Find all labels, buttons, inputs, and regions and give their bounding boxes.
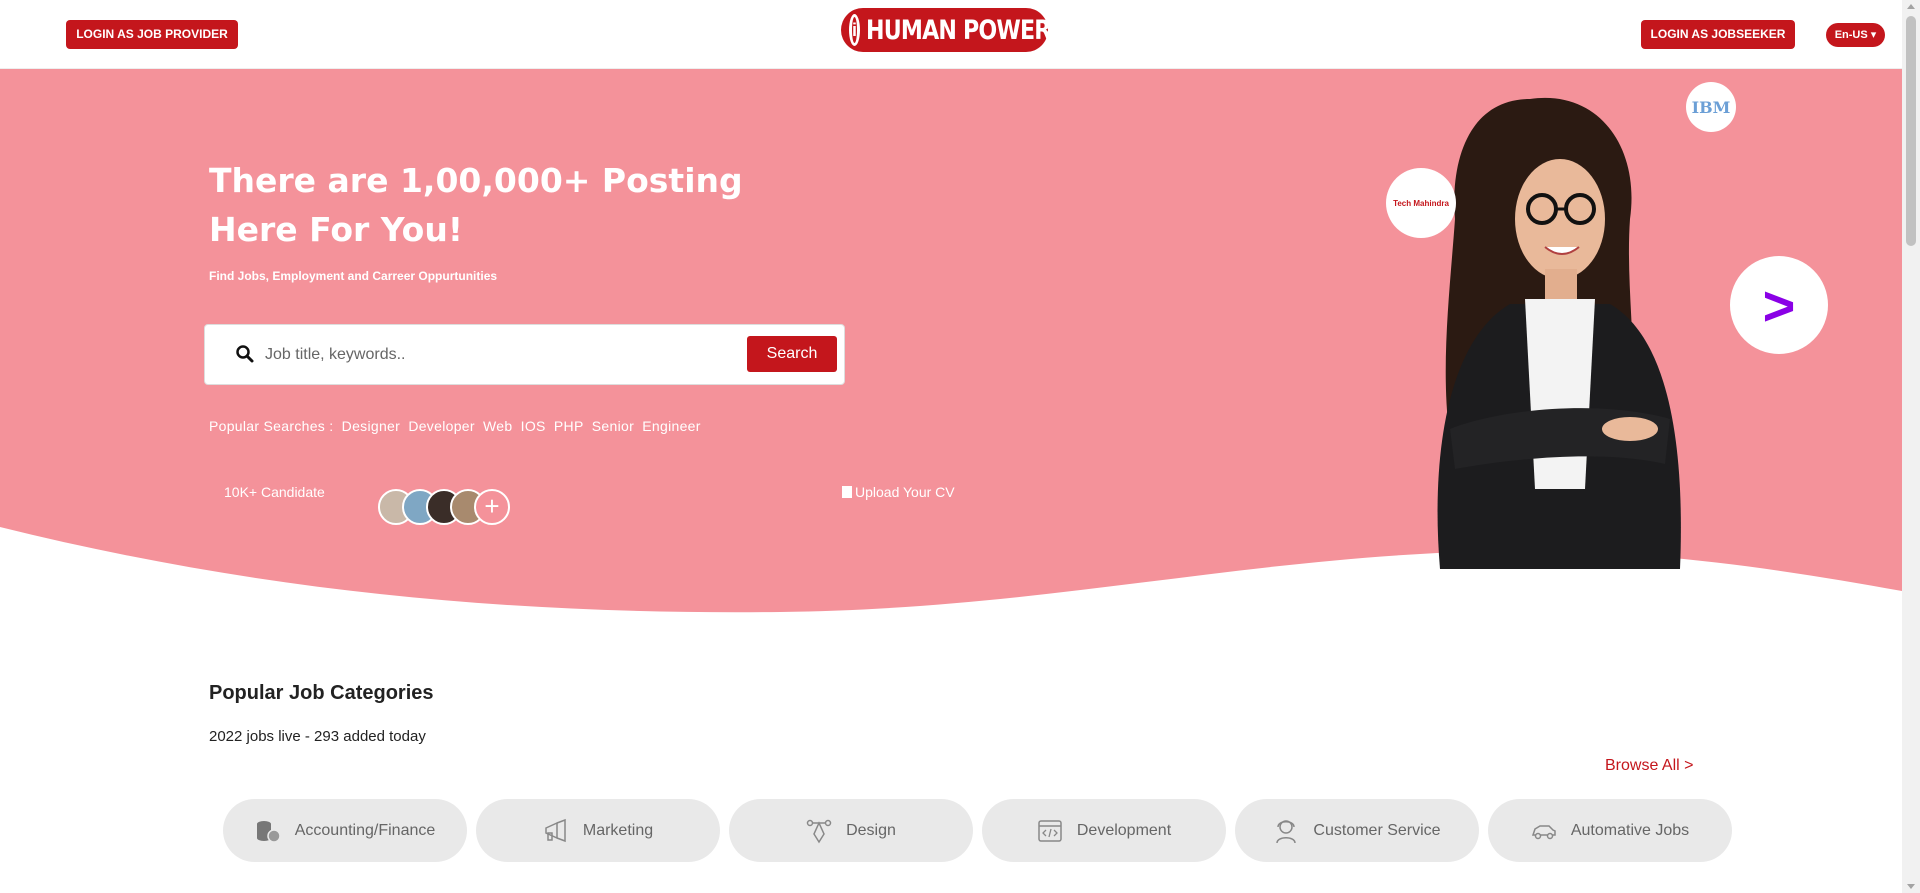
- upload-cv-label: Upload Your CV: [855, 484, 955, 500]
- category-list: Accounting/Finance Marketing Design Deve…: [223, 799, 1741, 862]
- category-automative-jobs[interactable]: Automative Jobs: [1488, 799, 1732, 862]
- category-customer-service[interactable]: Customer Service: [1235, 799, 1479, 862]
- popular-term-engineer[interactable]: Engineer: [642, 418, 700, 434]
- popular-searches-label: Popular Searches :: [209, 418, 334, 434]
- add-candidate-icon[interactable]: +: [474, 489, 510, 525]
- top-header: LOGIN AS JOB PROVIDER i HUMAN POWER LOGI…: [0, 0, 1902, 69]
- category-accounting-finance[interactable]: Accounting/Finance: [223, 799, 467, 862]
- headset-agent-icon: [1276, 819, 1297, 843]
- candidate-count: 10K+ Candidate: [224, 484, 325, 500]
- hero-title: There are 1,00,000+ Posting Here For You…: [209, 161, 743, 249]
- search-icon: [236, 345, 254, 363]
- upload-cv-link[interactable]: Upload Your CV: [842, 484, 955, 500]
- search-button[interactable]: Search: [747, 336, 837, 372]
- woman-illustration: [1380, 69, 1700, 569]
- popular-term-designer[interactable]: Designer: [342, 418, 400, 434]
- scroll-up-arrow-icon[interactable]: [1907, 4, 1915, 9]
- scroll-down-arrow-icon[interactable]: [1907, 884, 1915, 889]
- login-job-provider-button[interactable]: LOGIN AS JOB PROVIDER: [66, 20, 238, 49]
- category-label: Marketing: [582, 821, 654, 839]
- file-icon: [842, 486, 852, 498]
- popular-term-ios[interactable]: IOS: [521, 418, 546, 434]
- accenture-logo: >: [1730, 256, 1828, 354]
- category-marketing[interactable]: Marketing: [476, 799, 720, 862]
- hero-section: IBM Tech Mahindra > There are 1,00,000+ …: [0, 69, 1902, 629]
- category-design[interactable]: Design: [729, 799, 973, 862]
- logo-icon: i: [849, 14, 861, 46]
- popular-term-senior[interactable]: Senior: [592, 418, 634, 434]
- browse-all-link[interactable]: Browse All >: [1605, 757, 1693, 775]
- login-jobseeker-button[interactable]: LOGIN AS JOBSEEKER: [1641, 20, 1795, 49]
- category-label: Accounting/Finance: [294, 821, 436, 839]
- coins-icon: [256, 820, 281, 843]
- code-window-icon: [1038, 819, 1062, 842]
- hero-subtitle: Find Jobs, Employment and Carreer Oppurt…: [209, 269, 498, 283]
- categories-title: Popular Job Categories: [209, 682, 434, 704]
- jobs-live-count: 2022 jobs live - 293 added today: [209, 728, 426, 745]
- site-logo[interactable]: i HUMAN POWER: [841, 8, 1051, 52]
- category-label: Development: [1076, 821, 1172, 839]
- popular-term-php[interactable]: PHP: [554, 418, 584, 434]
- pen-tool-icon: [806, 819, 832, 843]
- ibm-logo: IBM: [1686, 82, 1736, 132]
- job-search-input[interactable]: [265, 337, 665, 373]
- category-label: Customer Service: [1313, 821, 1441, 839]
- scrollbar-thumb[interactable]: [1906, 16, 1916, 246]
- popular-term-developer[interactable]: Developer: [408, 418, 475, 434]
- category-label: Design: [846, 821, 896, 839]
- job-search-bar: Search: [204, 324, 845, 385]
- category-development[interactable]: Development: [982, 799, 1226, 862]
- tech-mahindra-logo: Tech Mahindra: [1386, 168, 1456, 238]
- candidate-avatars: +: [378, 489, 510, 527]
- logo-text: HUMAN POWER: [866, 14, 1051, 46]
- popular-searches: Popular Searches : Designer Developer We…: [209, 418, 705, 434]
- megaphone-icon: [545, 818, 566, 842]
- language-dropdown[interactable]: En-US ▾: [1826, 23, 1885, 47]
- popular-term-web[interactable]: Web: [483, 418, 512, 434]
- category-label: Automative Jobs: [1570, 821, 1690, 839]
- car-icon: [1531, 824, 1556, 839]
- page-scrollbar[interactable]: [1902, 0, 1920, 893]
